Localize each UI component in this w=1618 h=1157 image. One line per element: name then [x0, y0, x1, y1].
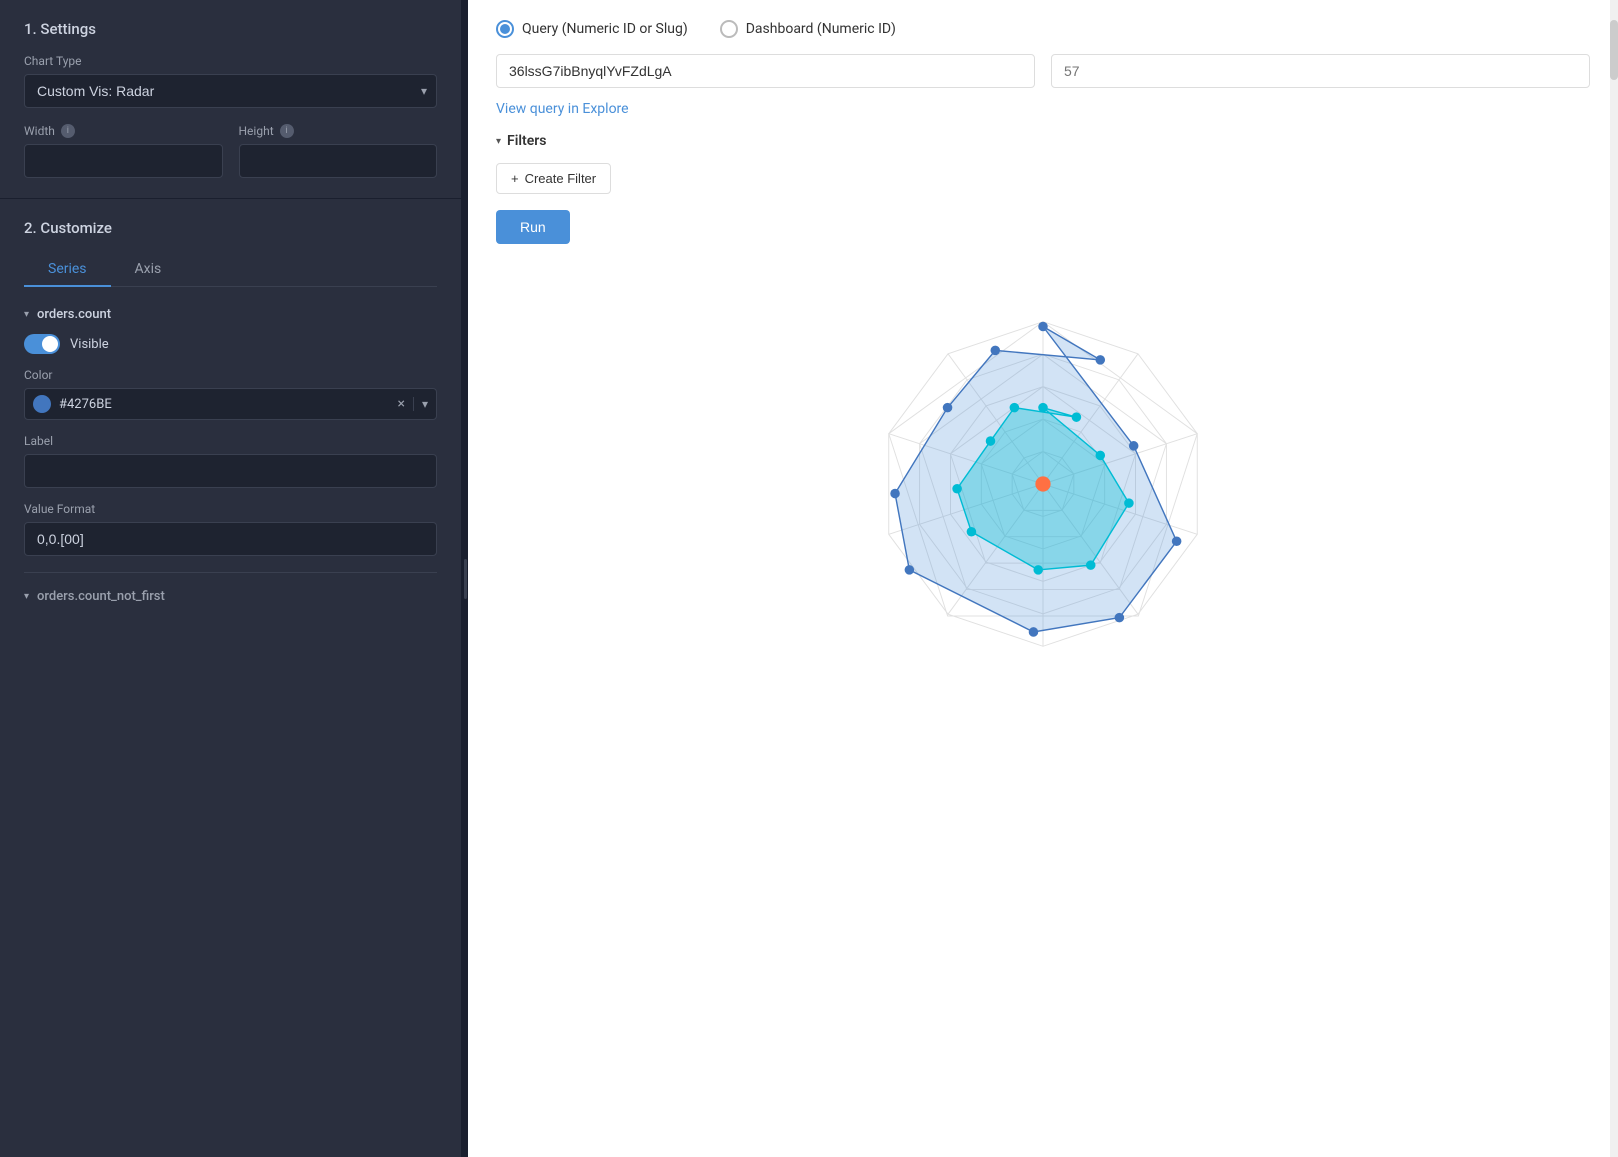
customize-title: 2. Customize — [24, 219, 437, 237]
filters-chevron-icon: ▾ — [496, 136, 501, 147]
series-orders-count: ▾ orders.count Visible Color #4276BE × — [24, 307, 437, 556]
scrollbar-thumb[interactable] — [1610, 20, 1618, 80]
dashboard-radio-label: Dashboard (Numeric ID) — [746, 21, 896, 37]
filters-title: Filters — [507, 133, 546, 149]
dashboard-radio-icon — [720, 20, 738, 38]
height-field: Height i — [239, 124, 438, 178]
label-field-label: Label — [24, 434, 437, 448]
height-label: Height i — [239, 124, 438, 138]
series-orders-count-not-first-name: orders.count_not_first — [37, 589, 165, 604]
tab-series[interactable]: Series — [24, 253, 111, 287]
settings-section: 1. Settings Chart Type Custom Vis: Radar… — [0, 0, 461, 199]
color-dropdown-icon[interactable]: ▾ — [413, 397, 428, 411]
divider-handle — [464, 559, 467, 599]
label-input[interactable] — [24, 454, 437, 488]
customize-section: 2. Customize Series Axis ▾ orders.count … — [0, 199, 461, 1157]
radar-grid — [889, 322, 1198, 647]
chart-type-label: Chart Type — [24, 54, 437, 68]
query-row: Query (Numeric ID or Slug) Dashboard (Nu… — [496, 20, 1590, 38]
create-filter-label: Create Filter — [525, 171, 597, 186]
height-info-icon[interactable]: i — [280, 124, 294, 138]
query-radio-icon — [496, 20, 514, 38]
color-label: Color — [24, 368, 437, 382]
series-orders-count-not-first-header[interactable]: ▾ orders.count_not_first — [24, 589, 437, 604]
color-field: Color #4276BE × ▾ — [24, 368, 437, 420]
width-label: Width i — [24, 124, 223, 138]
left-panel: 1. Settings Chart Type Custom Vis: Radar… — [0, 0, 462, 1157]
chart-type-select[interactable]: Custom Vis: Radar — [24, 74, 437, 108]
settings-title: 1. Settings — [24, 20, 437, 38]
series-orders-count-not-first: ▾ orders.count_not_first — [24, 589, 437, 604]
view-query-link[interactable]: View query in Explore — [496, 101, 629, 117]
radar-chart — [793, 274, 1293, 694]
height-input[interactable] — [239, 144, 438, 178]
value-format-field: Value Format — [24, 502, 437, 556]
width-info-icon[interactable]: i — [61, 124, 75, 138]
run-button[interactable]: Run — [496, 210, 570, 244]
create-filter-button[interactable]: + Create Filter — [496, 163, 611, 194]
visible-label: Visible — [70, 337, 109, 352]
chart-container — [496, 264, 1590, 704]
series-orders-count-header[interactable]: ▾ orders.count — [24, 307, 437, 322]
create-filter-icon: + — [511, 171, 519, 186]
dashboard-radio-option[interactable]: Dashboard (Numeric ID) — [720, 20, 896, 38]
value-format-label: Value Format — [24, 502, 437, 516]
right-content: Query (Numeric ID or Slug) Dashboard (Nu… — [468, 0, 1618, 1157]
visible-toggle[interactable] — [24, 334, 60, 354]
scrollbar-track — [1610, 0, 1618, 1157]
toggle-knob — [42, 336, 58, 352]
query-inputs-row — [496, 54, 1590, 88]
filters-section: ▾ Filters + Create Filter — [496, 133, 1590, 194]
filters-header[interactable]: ▾ Filters — [496, 133, 1590, 149]
color-clear-icon[interactable]: × — [397, 396, 404, 412]
series-chevron-icon: ▾ — [24, 309, 29, 320]
value-format-input[interactable] — [24, 522, 437, 556]
right-panel: Query (Numeric ID or Slug) Dashboard (Nu… — [468, 0, 1618, 1157]
query-id-input[interactable] — [496, 54, 1035, 88]
chart-type-wrapper: Custom Vis: Radar ▾ — [24, 74, 437, 108]
color-hex-value: #4276BE — [59, 397, 389, 412]
label-field: Label — [24, 434, 437, 488]
color-swatch — [33, 395, 51, 413]
query-radio-label: Query (Numeric ID or Slug) — [522, 21, 688, 37]
query-radio-option[interactable]: Query (Numeric ID or Slug) — [496, 20, 688, 38]
series-divider — [24, 572, 437, 573]
color-input-row[interactable]: #4276BE × ▾ — [24, 388, 437, 420]
series-2-chevron-icon: ▾ — [24, 591, 29, 602]
dashboard-id-input[interactable] — [1051, 54, 1590, 88]
width-field: Width i — [24, 124, 223, 178]
series-orders-count-name: orders.count — [37, 307, 111, 322]
width-input[interactable] — [24, 144, 223, 178]
visible-toggle-row: Visible — [24, 334, 437, 354]
tab-axis[interactable]: Axis — [111, 253, 186, 287]
dimension-row: Width i Height i — [24, 124, 437, 178]
customize-tabs: Series Axis — [24, 253, 437, 287]
